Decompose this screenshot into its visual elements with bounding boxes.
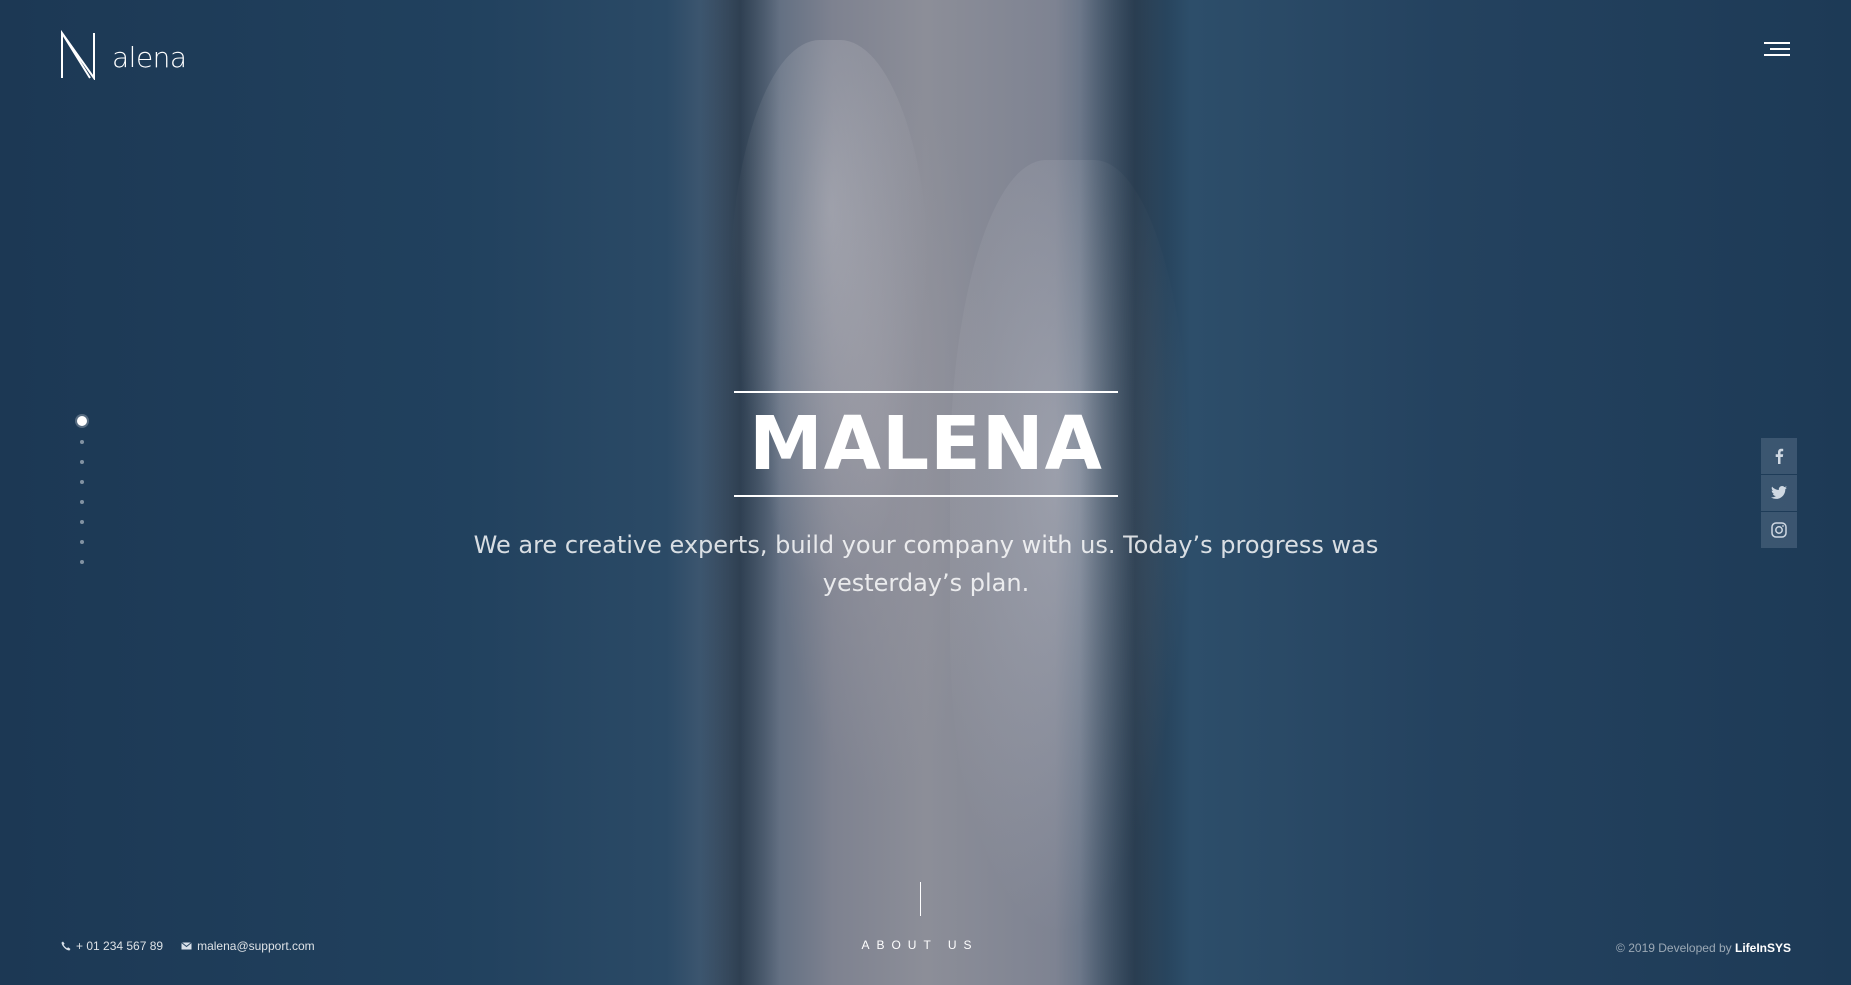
slide-dot[interactable] [80,520,84,524]
email-address: malena@support.com [197,939,315,953]
slide-dot[interactable] [80,540,84,544]
slide-dot-active[interactable] [77,416,87,426]
slide-dot[interactable] [80,480,84,484]
hamburger-menu-icon[interactable] [1762,40,1790,60]
hero-figure-man [730,40,930,600]
about-us-link[interactable]: ABOUT US [820,938,1020,952]
footer-contact: + 01 234 567 89 malena@support.com [61,939,333,953]
hero-title-frame: MALENA [734,391,1118,497]
facebook-icon[interactable] [1761,438,1797,474]
hero-subtitle: We are creative experts, build your comp… [473,531,1379,597]
slide-dot[interactable] [80,440,84,444]
social-links [1761,438,1797,549]
copyright-prefix: © 2019 Developed by [1616,941,1732,955]
phone-contact[interactable]: + 01 234 567 89 [61,939,163,953]
developer-link[interactable]: LifeInSYS [1735,941,1791,955]
logo-m-mark-icon [61,30,95,80]
hero-title: MALENA [749,401,1103,487]
brand-logo[interactable]: alena [60,28,187,80]
twitter-icon[interactable] [1761,475,1797,511]
phone-icon [61,941,71,951]
slide-dot[interactable] [80,560,84,564]
email-contact[interactable]: malena@support.com [181,939,315,953]
email-icon [181,942,192,950]
phone-number: + 01 234 567 89 [76,939,164,953]
slide-dot[interactable] [80,500,84,504]
slide-pagination [76,416,88,580]
slide-dot[interactable] [80,460,84,464]
instagram-icon[interactable] [1761,512,1797,548]
logo-wordmark: alena [112,41,187,74]
scroll-indicator-line [920,882,921,916]
copyright-text: © 2019 Developed by LifeInSYS [1616,941,1791,955]
